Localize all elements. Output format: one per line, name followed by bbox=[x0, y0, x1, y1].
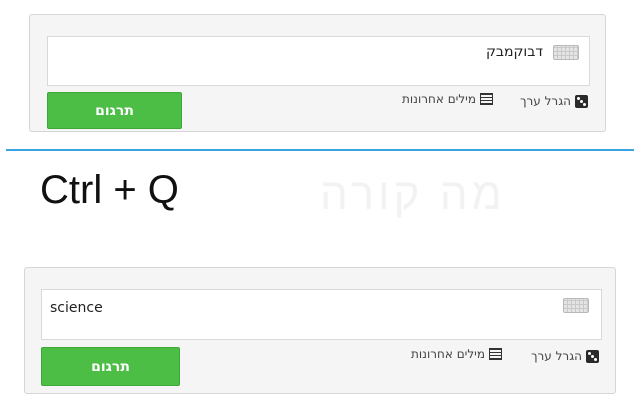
top-search-value: דבוקמבק bbox=[485, 44, 543, 60]
top-recent-words-label: מילים אחרונות bbox=[402, 92, 476, 106]
keyboard-icon[interactable] bbox=[553, 45, 579, 60]
top-random-entry-label: הגרל ערך bbox=[520, 94, 571, 108]
bottom-random-entry-link[interactable]: הגרל ערך bbox=[531, 349, 599, 363]
list-icon bbox=[480, 93, 493, 105]
keyboard-shortcut-text: Ctrl + Q bbox=[40, 168, 179, 212]
background-ghost-text: מה קורה bbox=[320, 170, 506, 219]
top-search-input[interactable]: דבוקמבק bbox=[47, 36, 590, 86]
bottom-random-entry-label: הגרל ערך bbox=[531, 349, 582, 363]
keyboard-icon[interactable] bbox=[563, 298, 589, 313]
dice-icon bbox=[586, 349, 599, 363]
top-translator-panel: דבוקמבק תרגום הגרל ערך מילים אחרונות bbox=[29, 14, 606, 132]
bottom-search-value: science bbox=[50, 300, 103, 316]
bottom-translate-button[interactable]: תרגום bbox=[41, 347, 180, 386]
bottom-recent-words-link[interactable]: מילים אחרונות bbox=[411, 347, 502, 361]
top-translate-button[interactable]: תרגום bbox=[47, 92, 182, 129]
top-translate-label: תרגום bbox=[95, 102, 134, 119]
bottom-recent-words-label: מילים אחרונות bbox=[411, 347, 485, 361]
bottom-translator-panel: science תרגום הגרל ערך מילים אחרונות bbox=[24, 267, 616, 394]
top-random-entry-link[interactable]: הגרל ערך bbox=[520, 94, 588, 108]
list-icon bbox=[489, 348, 502, 360]
dice-icon bbox=[575, 94, 588, 108]
bottom-search-input[interactable]: science bbox=[41, 289, 602, 340]
bottom-translate-label: תרגום bbox=[91, 358, 130, 375]
section-divider bbox=[6, 149, 634, 151]
top-recent-words-link[interactable]: מילים אחרונות bbox=[402, 92, 493, 106]
